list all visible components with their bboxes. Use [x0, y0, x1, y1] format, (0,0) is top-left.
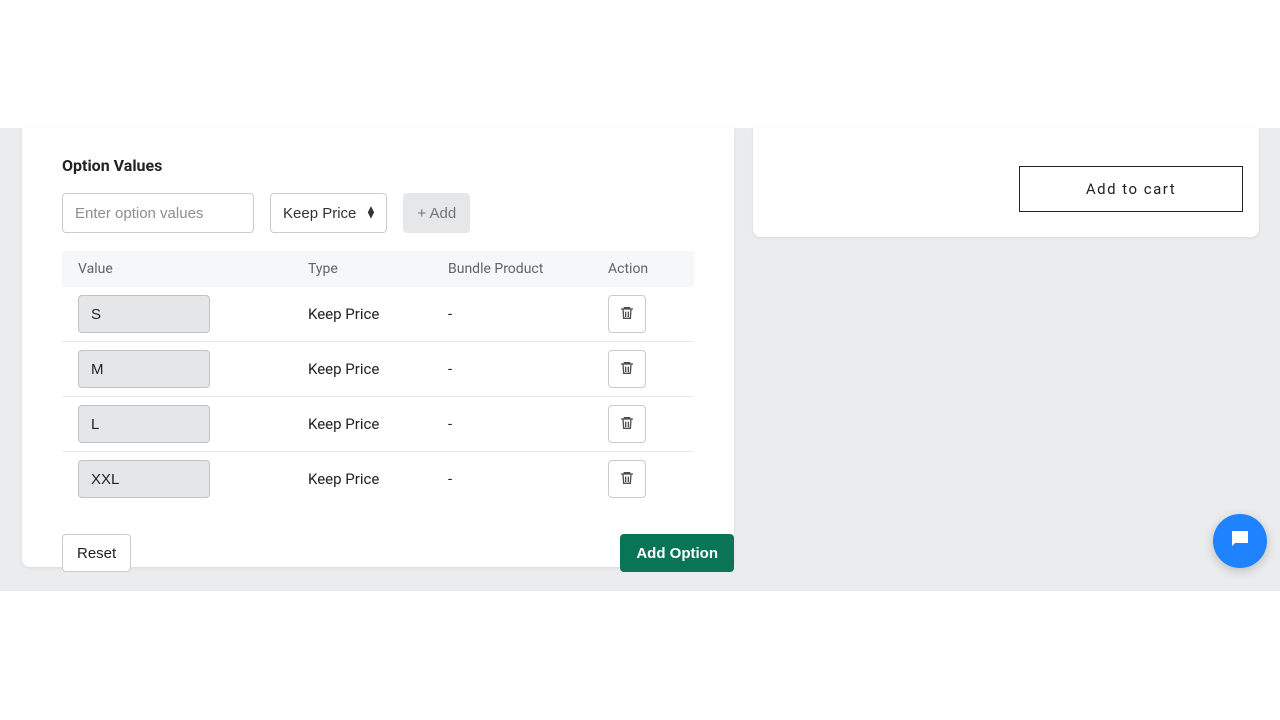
values-table: Value Type Bundle Product Action Keep Pr… — [62, 251, 694, 506]
delete-button[interactable] — [608, 405, 646, 443]
delete-button[interactable] — [608, 350, 646, 388]
col-action: Action — [608, 261, 710, 277]
value-input[interactable] — [78, 295, 210, 333]
type-cell: Keep Price — [308, 415, 448, 433]
col-type: Type — [308, 261, 448, 277]
input-row: Keep Price ▲▼ + Add — [62, 193, 694, 233]
bundle-cell: - — [448, 305, 608, 323]
chevron-sort-icon: ▲▼ — [365, 208, 376, 219]
price-select[interactable]: Keep Price ▲▼ — [270, 193, 387, 233]
bundle-cell: - — [448, 360, 608, 378]
table-row: Keep Price - — [62, 452, 694, 506]
chat-fab[interactable] — [1213, 514, 1267, 568]
type-cell: Keep Price — [308, 360, 448, 378]
trash-icon — [619, 305, 635, 324]
footer-row: Reset Add Option — [62, 534, 734, 572]
delete-button[interactable] — [608, 460, 646, 498]
chat-icon — [1228, 527, 1252, 555]
table-row: Keep Price - — [62, 397, 694, 452]
value-input[interactable] — [78, 405, 210, 443]
value-input[interactable] — [78, 350, 210, 388]
trash-icon — [619, 470, 635, 489]
type-cell: Keep Price — [308, 305, 448, 323]
col-bundle: Bundle Product — [448, 261, 608, 277]
reset-button[interactable]: Reset — [62, 534, 131, 572]
table-row: Keep Price - — [62, 342, 694, 397]
add-value-button[interactable]: + Add — [403, 193, 470, 233]
option-value-input[interactable] — [62, 193, 254, 233]
trash-icon — [619, 360, 635, 379]
add-option-button[interactable]: Add Option — [620, 534, 734, 572]
bundle-cell: - — [448, 470, 608, 488]
table-row: Keep Price - — [62, 287, 694, 342]
bundle-cell: - — [448, 415, 608, 433]
trash-icon — [619, 415, 635, 434]
col-value: Value — [78, 261, 308, 277]
section-title: Option Values — [62, 156, 694, 175]
content-area: Option Values Keep Price ▲▼ + Add Value … — [0, 128, 1280, 591]
preview-card: Add to cart — [753, 128, 1259, 237]
value-input[interactable] — [78, 460, 210, 498]
delete-button[interactable] — [608, 295, 646, 333]
price-select-label: Keep Price — [283, 205, 356, 222]
price-select-wrap: Keep Price ▲▼ — [270, 193, 387, 233]
type-cell: Keep Price — [308, 470, 448, 488]
table-header: Value Type Bundle Product Action — [62, 251, 694, 287]
option-values-card: Option Values Keep Price ▲▼ + Add Value … — [22, 128, 734, 567]
page: Option Values Keep Price ▲▼ + Add Value … — [0, 0, 1280, 720]
add-to-cart-button[interactable]: Add to cart — [1019, 166, 1243, 212]
